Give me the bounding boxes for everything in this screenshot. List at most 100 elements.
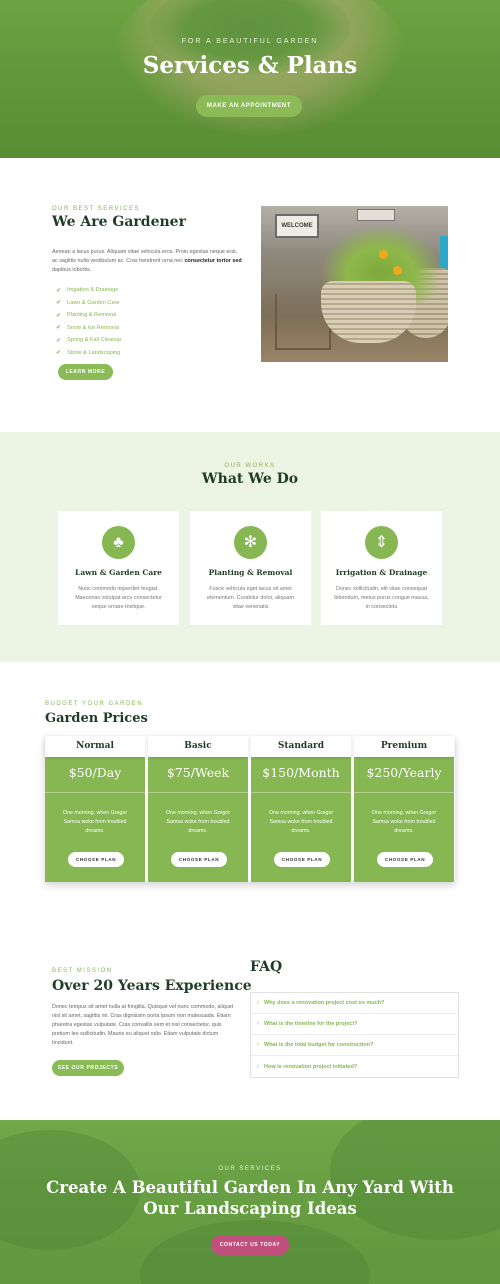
check-icon: ✔: [56, 350, 62, 357]
service-card-title: Lawn & Garden Care: [75, 568, 162, 577]
plan-description: One morning, when Gregor Samsa woke from…: [371, 810, 437, 834]
faq-question: What is the total budget for constructio…: [264, 1042, 374, 1048]
plan-name: Normal: [45, 736, 145, 757]
chevron-right-icon: ›: [257, 1000, 259, 1006]
learn-more-button[interactable]: LEARN MORE: [58, 364, 113, 380]
plan-description: One morning, when Gregor Samsa woke from…: [268, 810, 334, 834]
plan-name: Standard: [251, 736, 351, 757]
service-card-title: Irrigation & Drainage: [335, 568, 428, 577]
faq-item[interactable]: › Why does a renovation project cost so m…: [251, 993, 458, 1014]
chevron-right-icon: ›: [257, 1042, 259, 1048]
faq-question: Why does a renovation project cost so mu…: [264, 1000, 385, 1006]
plan-price: $250/Yearly: [366, 765, 442, 780]
divider: [148, 792, 248, 793]
see-our-projects-button[interactable]: SEE OUR PROJECTS: [52, 1060, 124, 1076]
plan-body: $150/Month One morning, when Gregor Sams…: [251, 757, 351, 882]
check-icon: ✔: [56, 325, 62, 332]
faq-item[interactable]: › How is renovation project initiated?: [251, 1056, 458, 1077]
works-title: What We Do: [201, 471, 299, 487]
choose-plan-button[interactable]: CHOOSE PLAN: [68, 852, 124, 867]
chevron-right-icon: ›: [257, 1063, 259, 1070]
hero-subtitle: FOR A BEAUTIFUL GARDEN: [181, 38, 319, 45]
service-checklist: ✔ Irrigation & Drainage ✔ Lawn & Garden Ca…: [56, 284, 121, 359]
cta-subtitle: OUR SERVICES: [218, 1166, 282, 1172]
hero-title: Services & Plans: [142, 52, 358, 79]
faq-item[interactable]: › What is the total budget for constructi…: [251, 1035, 458, 1056]
plan-basic: $75/Week One morning, when Gregor Samsa …: [148, 736, 248, 882]
checklist-label: Spring & Fall Cleanup: [67, 337, 122, 344]
service-card-planting: ✻ Planting & Removal Fusce vehicula eget…: [190, 511, 311, 625]
service-card-text: Nunc commodo imperdiet feugiat. Maecenas…: [75, 586, 162, 610]
checklist-item: ✔ Lawn & Garden Care: [56, 297, 121, 310]
faq-question: What is the timeline for the project?: [264, 1021, 358, 1027]
choose-plan-button[interactable]: CHOOSE PLAN: [171, 852, 227, 867]
checklist-label: Snow & Ice Removal: [67, 324, 119, 331]
plan-normal: $50/Day One morning, when Gregor Samsa w…: [45, 736, 145, 882]
mission-text: Donec tempus sit amet nulla at fringilla…: [52, 1004, 234, 1046]
prices-title: Garden Prices: [45, 711, 148, 726]
flower-icon: ✻: [234, 526, 267, 559]
photo-flower: [393, 266, 402, 275]
divider: [251, 792, 351, 793]
plan-name: Premium: [354, 736, 454, 757]
service-card-text: Donec sollicitudin, elit vitae consequat…: [334, 586, 429, 610]
mission-title: Over 20 Years Experience: [52, 978, 252, 994]
checklist-item: ✔ Spring & Fall Cleanup: [56, 334, 121, 347]
check-icon: ✔: [56, 312, 62, 319]
check-icon: ✔: [56, 287, 62, 294]
garden-baskets-photo: WELCOME: [261, 206, 448, 362]
service-card-text: Fusce vehicula eget lacus sit amet eleme…: [207, 586, 294, 610]
checklist-item: ✔ Stone & Landscaping: [56, 347, 121, 360]
faq-title: FAQ: [250, 959, 283, 975]
plan-description: One morning, when Gregor Samsa woke from…: [165, 810, 231, 834]
about-title: We Are Gardener: [52, 214, 186, 230]
plan-name: Basic: [148, 736, 248, 757]
service-card-lawn: ♣ Lawn & Garden Care Nunc commodo imperd…: [58, 511, 179, 625]
about-text: Aenean a lacus purus. Aliquam vitae vehi…: [52, 248, 242, 275]
choose-plan-button[interactable]: CHOOSE PLAN: [274, 852, 330, 867]
photo-basket: [321, 281, 416, 343]
plan-price: $50/Day: [68, 765, 122, 780]
photo-flower: [379, 250, 388, 259]
contact-us-button[interactable]: CONTACT US TODAY: [211, 1235, 289, 1255]
faq-item[interactable]: › What is the timeline for the project?: [251, 1014, 458, 1035]
prices-subtitle: BUDGET YOUR GARDEN: [45, 701, 144, 707]
divider: [45, 792, 145, 793]
choose-plan-button[interactable]: CHOOSE PLAN: [377, 852, 433, 867]
about-subtitle: OUR BEST SERVICES: [52, 206, 140, 212]
about-text-bold: consectetur tortor sed: [184, 258, 242, 264]
chevron-right-icon: ›: [257, 1021, 259, 1027]
plan-premium: $250/Yearly One morning, when Gregor Sam…: [354, 736, 454, 882]
photo-welcome-sign: WELCOME: [275, 214, 319, 238]
plan-description: One morning, when Gregor Samsa woke from…: [62, 810, 128, 834]
checklist-label: Irrigation & Drainage: [67, 287, 119, 294]
checklist-item: ✔ Irrigation & Drainage: [56, 284, 121, 297]
tree-icon: ♣: [102, 526, 135, 559]
checklist-item: ✔ Snow & Ice Removal: [56, 322, 121, 335]
service-card-title: Planting & Removal: [208, 568, 293, 577]
plan-price: $150/Month: [262, 765, 340, 780]
hero-section: [0, 0, 500, 158]
plan-body: $50/Day One morning, when Gregor Samsa w…: [45, 757, 145, 882]
divider: [354, 792, 454, 793]
service-card-irrigation: ⇕ Irrigation & Drainage Donec sollicitud…: [321, 511, 442, 625]
faq-accordion: › Why does a renovation project cost so m…: [250, 992, 459, 1078]
checklist-label: Stone & Landscaping: [67, 349, 121, 356]
faq-question: How is renovation project initiated?: [264, 1063, 358, 1070]
cta-title: Create A Beautiful Garden In Any Yard Wi…: [46, 1178, 454, 1218]
plan-body: $75/Week One morning, when Gregor Samsa …: [148, 757, 248, 882]
drainage-icon: ⇕: [365, 526, 398, 559]
plan-standard: $150/Month One morning, when Gregor Sams…: [251, 736, 351, 882]
check-icon: ✔: [56, 300, 62, 307]
mission-subtitle: BEST MISSION: [52, 968, 113, 974]
checklist-label: Lawn & Garden Care: [67, 299, 120, 306]
checklist-label: Planting & Removal: [67, 312, 117, 319]
about-text-end: dapibus lobortis.: [52, 267, 92, 273]
plan-price: $75/Week: [166, 765, 230, 780]
check-icon: ✔: [56, 337, 62, 344]
plan-body: $250/Yearly One morning, when Gregor Sam…: [354, 757, 454, 882]
make-appointment-button[interactable]: MAKE AN APPOINTMENT: [196, 95, 302, 117]
checklist-item: ✔ Planting & Removal: [56, 309, 121, 322]
works-subtitle: OUR WORKS: [224, 463, 276, 469]
hero-overlay: [0, 0, 500, 158]
